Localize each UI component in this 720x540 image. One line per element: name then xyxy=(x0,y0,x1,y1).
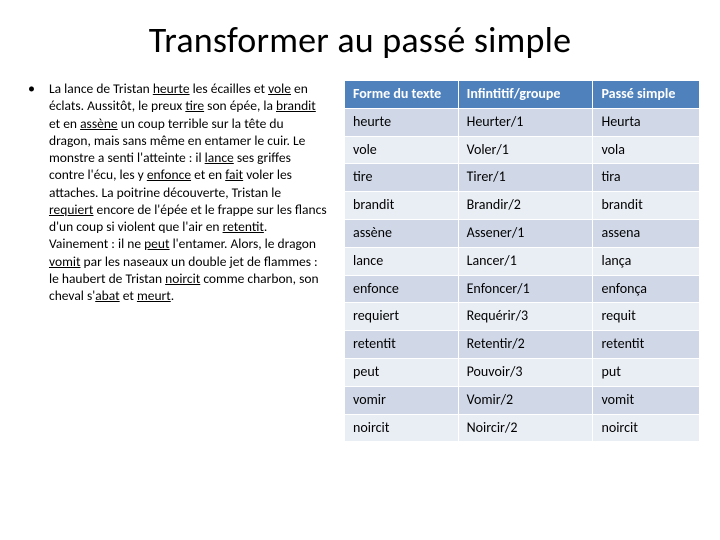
cell-infinitif: Heurter/1 xyxy=(458,108,593,136)
cell-infinitif: Requérir/3 xyxy=(458,303,593,331)
col-header-passe: Passé simple xyxy=(593,81,700,109)
cell-forme: lance xyxy=(345,247,459,275)
cell-forme: requiert xyxy=(345,303,459,331)
underlined-verb: requiert xyxy=(49,201,93,218)
underlined-verb: lance xyxy=(205,149,234,166)
cell-passe: Heurta xyxy=(593,108,700,136)
cell-infinitif: Assener/1 xyxy=(458,219,593,247)
cell-passe: noircit xyxy=(593,414,700,442)
cell-passe: assena xyxy=(593,219,700,247)
cell-infinitif: Voler/1 xyxy=(458,136,593,164)
table-row: noircitNoircir/2noircit xyxy=(345,414,700,442)
table-row: voleVoler/1vola xyxy=(345,136,700,164)
cell-infinitif: Lancer/1 xyxy=(458,247,593,275)
underlined-verb: brandit xyxy=(276,97,316,114)
text-run: et en xyxy=(191,166,225,183)
cell-forme: heurte xyxy=(345,108,459,136)
cell-passe: retentit xyxy=(593,331,700,359)
paragraph: La lance de Tristan heurte les écailles … xyxy=(49,80,328,304)
underlined-verb: enfonce xyxy=(147,166,191,183)
underlined-verb: abat xyxy=(95,287,119,304)
table-row: assèneAssener/1assena xyxy=(345,219,700,247)
text-run: son épée, la xyxy=(204,97,276,114)
underlined-verb: tire xyxy=(185,97,204,114)
cell-infinitif: Retentir/2 xyxy=(458,331,593,359)
table-row: branditBrandir/2brandit xyxy=(345,192,700,220)
table-row: lanceLancer/1lança xyxy=(345,247,700,275)
text-run: . xyxy=(171,287,174,304)
text-run: l'entamer. Alors, le dragon xyxy=(170,235,316,252)
cell-forme: enfonce xyxy=(345,275,459,303)
cell-infinitif: Vomir/2 xyxy=(458,386,593,414)
table-row: vomirVomir/2vomit xyxy=(345,386,700,414)
cell-forme: vomir xyxy=(345,386,459,414)
cell-passe: tira xyxy=(593,164,700,192)
underlined-verb: assène xyxy=(80,115,118,132)
table-header-row: Forme du texte Infintitif/groupe Passé s… xyxy=(345,81,700,109)
underlined-verb: meurt xyxy=(137,287,171,304)
cell-passe: enfonça xyxy=(593,275,700,303)
table-row: tireTirer/1tira xyxy=(345,164,700,192)
underlined-verb: retentit xyxy=(223,218,264,235)
cell-forme: peut xyxy=(345,358,459,386)
verb-table: Forme du texte Infintitif/groupe Passé s… xyxy=(344,80,700,442)
left-column: • La lance de Tristan heurte les écaille… xyxy=(28,80,328,442)
cell-infinitif: Pouvoir/3 xyxy=(458,358,593,386)
cell-forme: brandit xyxy=(345,192,459,220)
underlined-verb: noircit xyxy=(165,270,200,287)
cell-forme: tire xyxy=(345,164,459,192)
cell-infinitif: Noircir/2 xyxy=(458,414,593,442)
cell-passe: vomit xyxy=(593,386,700,414)
content-row: • La lance de Tristan heurte les écaille… xyxy=(0,80,720,442)
table-row: requiertRequérir/3requit xyxy=(345,303,700,331)
cell-forme: retentit xyxy=(345,331,459,359)
cell-passe: lança xyxy=(593,247,700,275)
underlined-verb: vomit xyxy=(49,253,81,270)
cell-passe: put xyxy=(593,358,700,386)
cell-infinitif: Tirer/1 xyxy=(458,164,593,192)
text-run: La lance de Tristan xyxy=(49,80,153,97)
underlined-verb: peut xyxy=(144,235,169,252)
underlined-verb: vole xyxy=(268,80,291,97)
text-run: les écailles et xyxy=(190,80,269,97)
col-header-forme: Forme du texte xyxy=(345,81,459,109)
underlined-verb: heurte xyxy=(153,80,190,97)
page-title: Transformer au passé simple xyxy=(0,0,720,80)
text-run: et en xyxy=(49,115,80,132)
cell-forme: assène xyxy=(345,219,459,247)
cell-passe: brandit xyxy=(593,192,700,220)
cell-infinitif: Brandir/2 xyxy=(458,192,593,220)
text-run: et xyxy=(120,287,137,304)
table-row: heurteHeurter/1Heurta xyxy=(345,108,700,136)
cell-forme: vole xyxy=(345,136,459,164)
cell-forme: noircit xyxy=(345,414,459,442)
col-header-infinitif: Infintitif/groupe xyxy=(458,81,593,109)
cell-infinitif: Enfoncer/1 xyxy=(458,275,593,303)
right-column: Forme du texte Infintitif/groupe Passé s… xyxy=(344,80,700,442)
cell-passe: requit xyxy=(593,303,700,331)
bullet-dot: • xyxy=(28,80,35,304)
table-row: peutPouvoir/3put xyxy=(345,358,700,386)
table-row: retentitRetentir/2retentit xyxy=(345,331,700,359)
underlined-verb: fait xyxy=(225,166,243,183)
table-row: enfonceEnfoncer/1enfonça xyxy=(345,275,700,303)
cell-passe: vola xyxy=(593,136,700,164)
